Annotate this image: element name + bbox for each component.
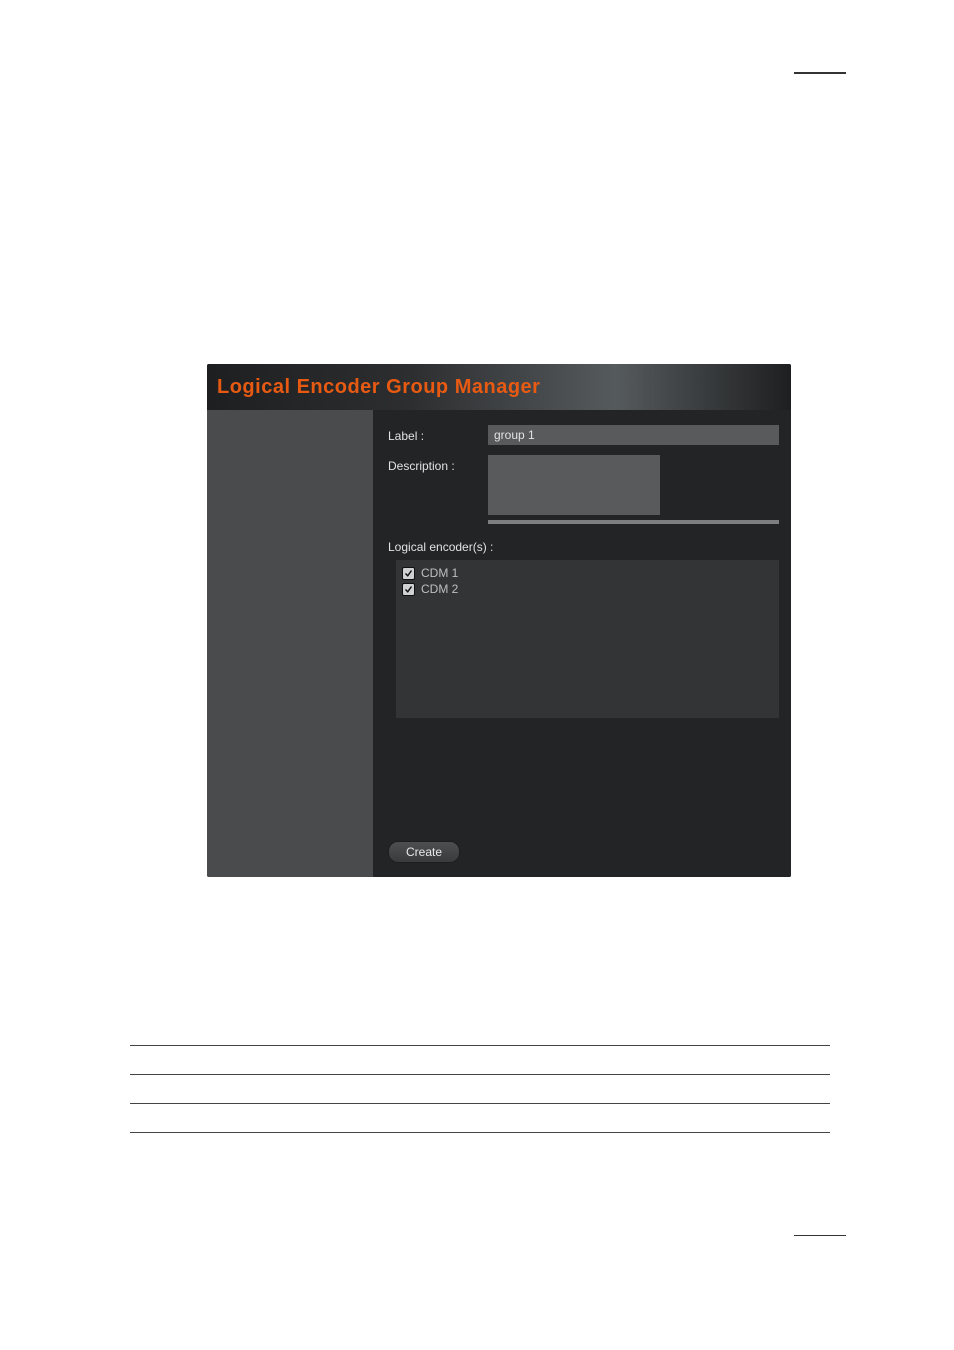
create-button[interactable]: Create xyxy=(388,841,460,863)
description-table xyxy=(130,1045,830,1133)
checkbox-icon[interactable] xyxy=(402,567,415,580)
encoders-field-label: Logical encoder(s) : xyxy=(388,540,779,554)
top-rule xyxy=(794,72,846,74)
description-field-label: Description : xyxy=(388,455,488,473)
encoder-item[interactable]: CDM 1 xyxy=(402,566,773,580)
encoder-item-label: CDM 1 xyxy=(421,566,458,580)
table-row xyxy=(130,1045,830,1074)
label-input[interactable] xyxy=(488,425,779,445)
table-row xyxy=(130,1074,830,1103)
panel-header: Logical Encoder Group Manager xyxy=(207,364,791,410)
label-row: Label : xyxy=(388,425,779,445)
encoder-item[interactable]: CDM 2 xyxy=(402,582,773,596)
checkbox-icon[interactable] xyxy=(402,583,415,596)
app-panel: Logical Encoder Group Manager Label : De… xyxy=(207,364,791,877)
bottom-rule xyxy=(794,1235,846,1236)
description-row: Description : xyxy=(388,455,779,518)
table-row xyxy=(130,1103,830,1133)
sidebar xyxy=(207,410,373,877)
textarea-scrollbar[interactable] xyxy=(488,520,779,524)
create-button-label: Create xyxy=(406,845,442,859)
encoder-list: CDM 1 CDM 2 xyxy=(396,560,779,718)
panel-body: Label : Description : Logical encoder(s)… xyxy=(207,410,791,877)
label-field-label: Label : xyxy=(388,425,488,443)
encoder-item-label: CDM 2 xyxy=(421,582,458,596)
panel-title: Logical Encoder Group Manager xyxy=(217,376,540,399)
description-textarea[interactable] xyxy=(488,455,660,515)
main-form: Label : Description : Logical encoder(s)… xyxy=(373,410,791,877)
